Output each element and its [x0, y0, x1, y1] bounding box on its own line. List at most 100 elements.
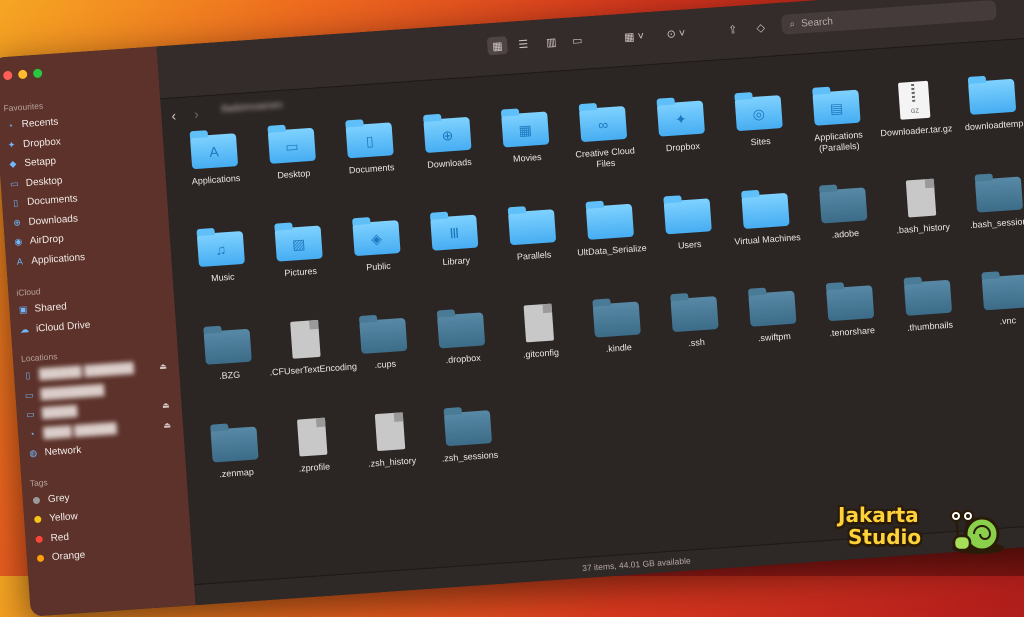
gallery-view-button[interactable]: ▭ — [567, 30, 588, 49]
tag-icon[interactable]: ◇ — [750, 18, 771, 37]
list-view-button[interactable]: ☰ — [513, 34, 534, 53]
minimize-window-button[interactable] — [17, 69, 28, 80]
file-item[interactable]: Parallels — [493, 204, 573, 264]
file-item[interactable]: .vnc — [966, 269, 1024, 329]
sidebar-item-label: Yellow — [48, 511, 79, 525]
file-item[interactable]: ◈ Public — [337, 215, 417, 275]
file-item[interactable]: Ⅲ Library — [415, 210, 495, 270]
folder-glyph-icon: ▨ — [291, 235, 306, 253]
file-item[interactable]: .zprofile — [273, 416, 353, 476]
archive-file-icon: GZ — [897, 80, 931, 120]
file-icon-wrap: ✦ — [655, 96, 708, 137]
hidden-folder-icon — [819, 187, 868, 224]
folder-glyph-icon: ▯ — [365, 132, 375, 150]
file-item[interactable]: .CFUserTextEncoding — [266, 318, 357, 378]
file-item[interactable]: ◎ Sites — [719, 90, 799, 150]
share-icon[interactable]: ⇪ — [722, 20, 743, 39]
file-item[interactable]: .dropbox — [422, 307, 502, 367]
airdrop-icon: ◉ — [14, 236, 23, 248]
hidden-folder-icon — [981, 274, 1024, 311]
file-name: Users — [677, 238, 702, 251]
file-item[interactable]: .gitconfig — [500, 302, 580, 362]
file-item[interactable]: .ssh — [655, 291, 735, 351]
file-item[interactable]: .thumbnails — [889, 275, 969, 335]
icon-view-button[interactable]: ▦ — [486, 36, 508, 56]
folder-glyph-icon: ∞ — [597, 116, 609, 133]
file-item[interactable]: UltData_Serialize — [571, 199, 651, 259]
file-item[interactable]: A Applications — [175, 128, 255, 188]
file-item[interactable]: Users — [648, 193, 728, 253]
sidebar-item-label: Dropbox — [22, 136, 62, 150]
file-item[interactable]: Virtual Machines — [726, 188, 806, 248]
file-item[interactable]: ♫ Music — [182, 226, 262, 286]
file-name: Desktop — [277, 168, 311, 181]
forward-button[interactable]: › — [194, 106, 200, 122]
file-item[interactable]: GZ Downloader.tar.gz — [875, 79, 955, 139]
sidebar-item-label: Grey — [47, 492, 70, 505]
folder-icon: ▭ — [267, 127, 316, 164]
file-item[interactable]: .zsh_history — [351, 411, 431, 471]
folder-glyph-icon — [742, 202, 788, 205]
file-icon-wrap: ▤ — [810, 86, 863, 127]
file-item[interactable]: .tenorshare — [811, 280, 891, 340]
file-item[interactable]: .zsh_sessions — [429, 405, 509, 465]
cloud-icon: ☁ — [19, 323, 30, 335]
file-item[interactable]: ✦ Dropbox — [642, 95, 722, 155]
document-file-icon — [296, 417, 328, 457]
file-icon-wrap — [584, 200, 637, 241]
folder-glyph-icon: ◎ — [752, 105, 766, 123]
file-icon-wrap — [364, 411, 417, 452]
folder-icon — [585, 203, 635, 240]
file-name: .tenorshare — [829, 325, 876, 339]
hidden-folder-icon — [748, 290, 797, 327]
file-item[interactable]: .bash_history — [882, 177, 962, 237]
folder-icon — [741, 192, 790, 229]
file-item[interactable]: downloadtemp — [953, 74, 1024, 134]
close-window-button[interactable] — [2, 70, 13, 81]
column-view-button[interactable]: ▥ — [541, 32, 562, 51]
folder-glyph-icon: ◈ — [370, 230, 383, 247]
folder-glyph-icon: ✦ — [674, 110, 688, 128]
file-name: Downloader.tar.gz — [880, 123, 953, 139]
file-item[interactable]: .bash_sessions — [960, 171, 1024, 231]
eject-icon[interactable]: ⏏ — [159, 362, 167, 372]
file-icon-wrap — [817, 183, 870, 224]
file-item[interactable]: ▨ Pictures — [259, 220, 339, 280]
file-item[interactable]: ∞ Creative Cloud Files — [564, 101, 644, 172]
file-item[interactable]: .swiftpm — [733, 286, 813, 346]
file-item[interactable]: .cups — [344, 313, 424, 373]
file-name: downloadtemp — [964, 118, 1024, 133]
globe-icon: ◍ — [28, 448, 38, 459]
document-file-icon — [290, 319, 321, 359]
file-item[interactable]: .kindle — [577, 296, 657, 356]
folder-glyph-icon: Ⅲ — [448, 224, 460, 242]
file-icon-wrap — [746, 286, 799, 327]
file-name: .thumbnails — [906, 319, 954, 333]
file-icon-wrap — [442, 406, 495, 447]
blurred-backup-name: ████ ██████ — [42, 422, 118, 440]
file-item[interactable]: ▭ Desktop — [253, 123, 333, 183]
file-item[interactable]: .adobe — [804, 182, 884, 242]
file-name: .swiftpm — [757, 330, 792, 344]
eject-icon[interactable]: ⏏ — [162, 401, 170, 411]
more-actions-button[interactable]: ⊙ ˅ — [660, 23, 691, 43]
back-button[interactable]: ‹ — [171, 107, 177, 123]
file-item[interactable]: ⊕ Downloads — [408, 112, 488, 172]
file-item[interactable]: ▦ Movies — [486, 106, 566, 166]
file-name: Music — [210, 271, 235, 284]
tag-color-dot-icon — [31, 494, 43, 506]
hidden-folder-icon — [203, 328, 252, 365]
sidebar-item-label: Red — [50, 531, 70, 544]
zoom-window-button[interactable] — [32, 68, 43, 79]
file-item[interactable]: ▤ Applications (Parallels) — [797, 85, 877, 156]
file-icon-wrap — [824, 281, 877, 322]
sidebar-item-label: iCloud Drive — [35, 319, 91, 335]
search-field[interactable]: ⌕ Search — [780, 0, 997, 35]
group-by-button[interactable]: ▦ ˅ — [618, 26, 649, 46]
eject-icon[interactable]: ⏏ — [163, 420, 171, 430]
tags-list: Grey Yellow Red Orange — [22, 480, 192, 569]
file-item[interactable]: .zenmap — [195, 421, 275, 481]
file-item[interactable]: .BZG — [188, 324, 268, 384]
file-item[interactable]: ▯ Documents — [330, 117, 410, 177]
file-name: .zsh_history — [367, 455, 417, 469]
